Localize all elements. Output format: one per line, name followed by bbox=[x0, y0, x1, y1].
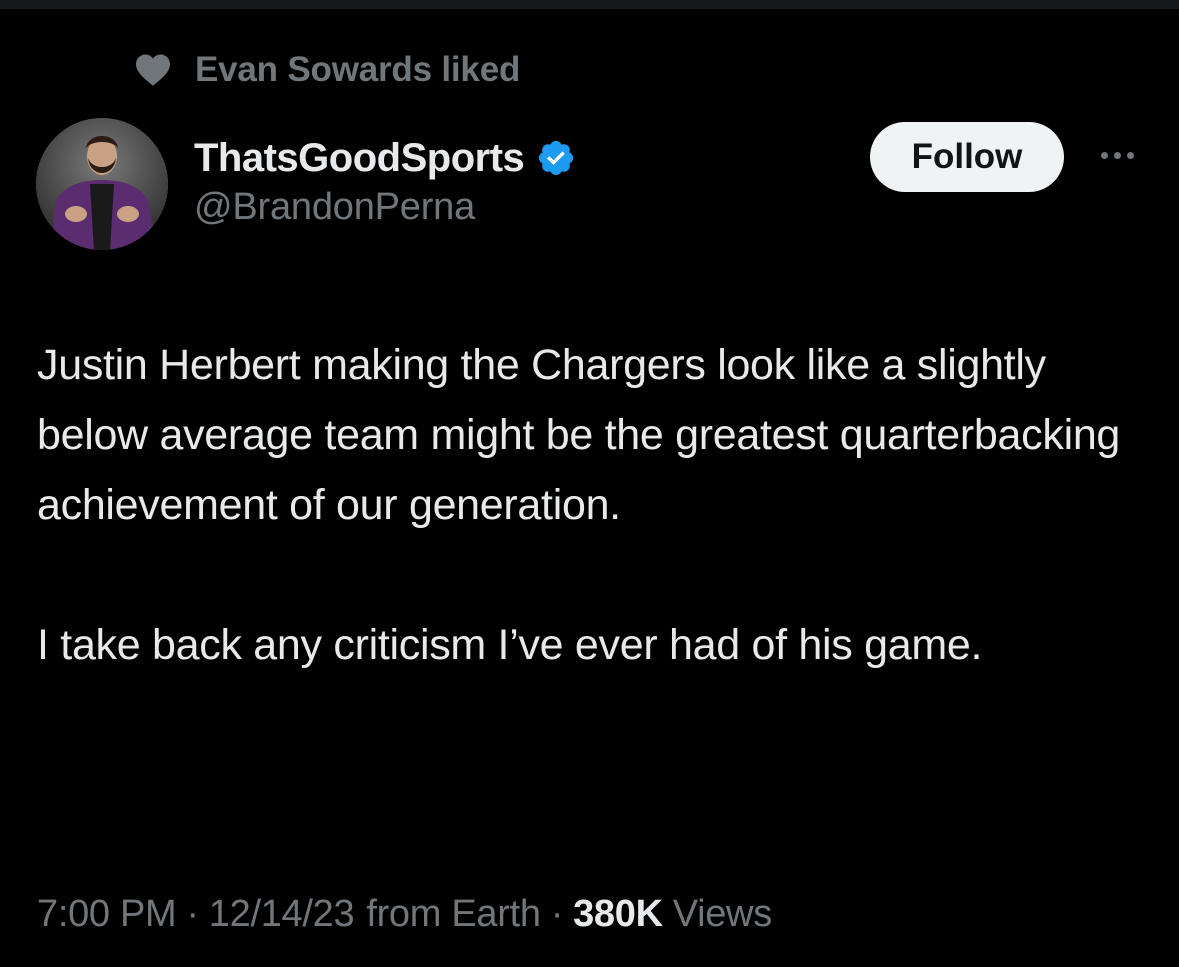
more-dot bbox=[1100, 151, 1108, 159]
author-block[interactable]: ThatsGoodSports @BrandonPerna bbox=[194, 130, 576, 229]
tweet-time[interactable]: 7:00 PM bbox=[37, 893, 177, 936]
tweet-paragraph: I take back any criticism I’ve ever had … bbox=[37, 621, 983, 669]
meta-separator: · bbox=[186, 892, 199, 935]
views-count[interactable]: 380K bbox=[573, 893, 663, 936]
social-context[interactable]: Evan Sowards liked bbox=[133, 48, 520, 92]
social-context-text: Evan Sowards liked bbox=[195, 50, 521, 89]
tweet-source: from Earth bbox=[366, 892, 541, 935]
avatar[interactable] bbox=[36, 118, 168, 250]
tweet-meta: 7:00 PM · 12/14/23 from Earth · 380K Vie… bbox=[37, 888, 772, 940]
more-dot bbox=[1126, 151, 1134, 159]
verified-badge-icon[interactable] bbox=[536, 138, 576, 178]
top-divider bbox=[0, 0, 1179, 9]
tweet-date[interactable]: 12/14/23 bbox=[209, 893, 355, 936]
more-dots-icon[interactable] bbox=[1094, 140, 1140, 170]
follow-button[interactable]: Follow bbox=[870, 122, 1064, 192]
tweet-text: Justin Herbert making the Chargers look … bbox=[37, 330, 1137, 680]
more-dot bbox=[1113, 151, 1121, 159]
views-label: Views bbox=[672, 892, 772, 935]
heart-icon bbox=[133, 52, 173, 88]
tweet-paragraph: Justin Herbert making the Chargers look … bbox=[37, 341, 1121, 529]
meta-separator: · bbox=[550, 892, 564, 935]
author-display-name[interactable]: ThatsGoodSports bbox=[194, 136, 525, 181]
author-handle[interactable]: @BrandonPerna bbox=[194, 186, 576, 229]
